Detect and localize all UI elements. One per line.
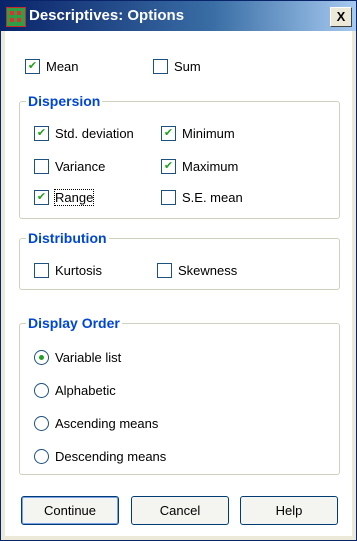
descriptives-options-dialog: Descriptives: Options X Mean Sum Dispers… (0, 0, 357, 541)
std-deviation-checkbox[interactable]: Std. deviation (34, 126, 134, 141)
descending-means-radio-icon (34, 449, 49, 464)
se-mean-check-icon (161, 190, 176, 205)
display-order-group: Display Order Variable list Alphabetic A… (19, 315, 340, 475)
skewness-checkbox[interactable]: Skewness (157, 263, 237, 278)
skewness-check-icon (157, 263, 172, 278)
variable-list-radio-icon (34, 350, 49, 365)
mean-check-icon (25, 59, 40, 74)
maximum-label: Maximum (182, 159, 239, 174)
app-icon (6, 7, 26, 27)
variance-checkbox[interactable]: Variance (34, 159, 105, 174)
range-label: Range (53, 189, 95, 206)
minimum-check-icon (161, 126, 176, 141)
close-button[interactable]: X (330, 7, 352, 27)
descending-means-radio[interactable]: Descending means (34, 449, 166, 464)
variance-label: Variance (55, 159, 106, 174)
distribution-legend: Distribution (26, 230, 109, 246)
dispersion-group: Dispersion Std. deviation Minimum Varian… (19, 93, 340, 219)
cancel-button[interactable]: Cancel (131, 496, 229, 525)
dialog-content: Mean Sum Dispersion Std. deviation Minim… (5, 31, 352, 536)
skewness-label: Skewness (178, 263, 238, 278)
ascending-means-radio-icon (34, 416, 49, 431)
alphabetic-radio[interactable]: Alphabetic (34, 383, 116, 398)
sum-checkbox[interactable]: Sum (153, 59, 201, 74)
se-mean-checkbox[interactable]: S.E. mean (161, 190, 243, 205)
kurtosis-check-icon (34, 263, 49, 278)
maximum-checkbox[interactable]: Maximum (161, 159, 238, 174)
range-check-icon (34, 190, 49, 205)
title-bar: Descriptives: Options X (1, 1, 356, 31)
variable-list-label: Variable list (55, 350, 122, 365)
distribution-group: Distribution Kurtosis Skewness (19, 230, 340, 290)
mean-checkbox[interactable]: Mean (25, 59, 79, 74)
sum-check-icon (153, 59, 168, 74)
maximum-check-icon (161, 159, 176, 174)
sum-label: Sum (174, 59, 201, 74)
minimum-checkbox[interactable]: Minimum (161, 126, 235, 141)
mean-label: Mean (46, 59, 79, 74)
help-button[interactable]: Help (240, 496, 338, 525)
variance-check-icon (34, 159, 49, 174)
std-deviation-label: Std. deviation (55, 126, 134, 141)
window-title: Descriptives: Options (29, 7, 185, 24)
variable-list-radio[interactable]: Variable list (34, 350, 121, 365)
kurtosis-label: Kurtosis (55, 263, 102, 278)
minimum-label: Minimum (182, 126, 235, 141)
range-checkbox[interactable]: Range (34, 189, 95, 206)
ascending-means-label: Ascending means (55, 416, 159, 431)
dispersion-legend: Dispersion (26, 93, 103, 109)
descending-means-label: Descending means (55, 449, 167, 464)
continue-button[interactable]: Continue (21, 496, 119, 525)
std-deviation-check-icon (34, 126, 49, 141)
display-order-legend: Display Order (26, 315, 122, 331)
se-mean-label: S.E. mean (182, 190, 243, 205)
alphabetic-radio-icon (34, 383, 49, 398)
ascending-means-radio[interactable]: Ascending means (34, 416, 158, 431)
alphabetic-label: Alphabetic (55, 383, 116, 398)
kurtosis-checkbox[interactable]: Kurtosis (34, 263, 102, 278)
